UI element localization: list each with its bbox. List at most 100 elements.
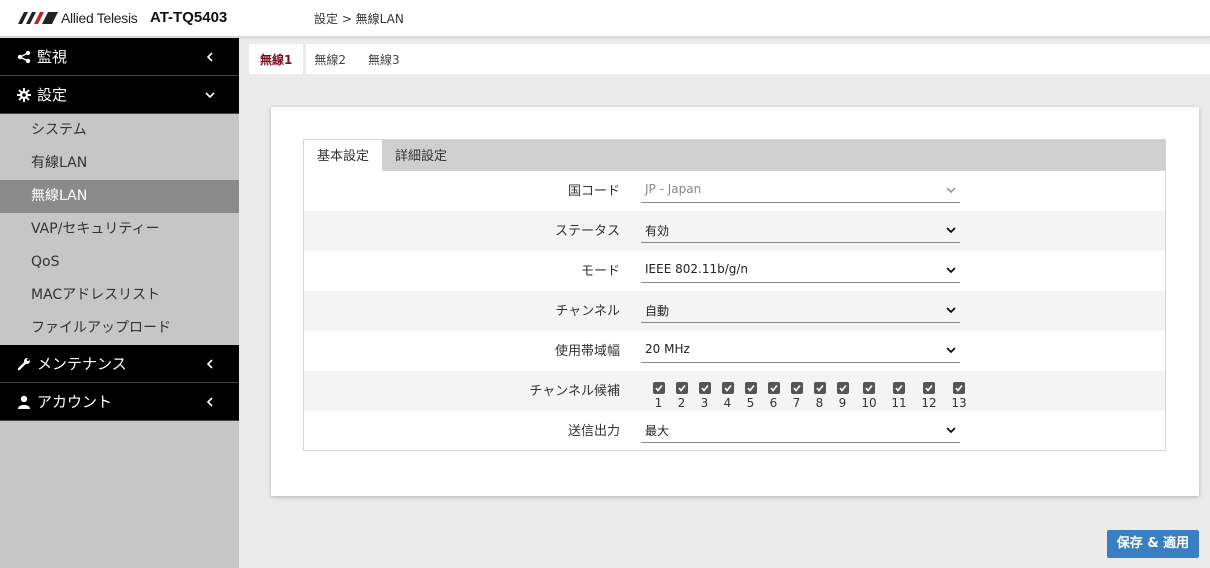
mode-label: モード (580, 264, 620, 279)
channel-number: 4 (723, 396, 732, 410)
share-icon (17, 50, 31, 64)
tab-advanced-settings[interactable]: 詳細設定 (382, 140, 460, 171)
sidebar-group-label: アカウント (37, 393, 113, 411)
tx-power-label: 送信出力 (567, 424, 620, 439)
row-mode: モード IEEE 802.11b/g/n (304, 251, 1165, 291)
channel-checkbox-11[interactable]: 11 (884, 382, 914, 410)
mode-select[interactable]: IEEE 802.11b/g/n (641, 260, 960, 283)
channel-number: 7 (792, 396, 801, 410)
channel-checkbox-9[interactable]: 9 (831, 382, 854, 410)
checkbox-checked-icon (923, 382, 935, 394)
sidebar-item-wired-lan[interactable]: 有線LAN (0, 147, 239, 180)
wrench-icon (17, 357, 31, 371)
tab-basic-settings[interactable]: 基本設定 (304, 140, 383, 171)
channel-checkbox-7[interactable]: 7 (785, 382, 808, 410)
chevron-left-icon (204, 396, 216, 408)
chevron-left-icon (204, 358, 216, 370)
channel-checkbox-3[interactable]: 3 (693, 382, 716, 410)
settings-panel: 基本設定 詳細設定 国コード JP - Japan ステータス 有効 モード I… (271, 107, 1199, 496)
channel-number: 5 (746, 396, 755, 410)
channel-label: チャンネル (555, 304, 620, 319)
row-tx-power: 送信出力 最大 (304, 411, 1165, 451)
channel-checkbox-4[interactable]: 4 (716, 382, 739, 410)
mode-value: IEEE 802.11b/g/n (645, 262, 749, 276)
chevron-left-icon (204, 51, 216, 63)
channel-checkbox-1[interactable]: 1 (647, 382, 670, 410)
checkbox-checked-icon (698, 382, 711, 394)
sidebar-item-vap-security[interactable]: VAP/セキュリティー (0, 213, 239, 246)
bandwidth-select[interactable]: 20 MHz (641, 340, 960, 363)
channel-checkbox-8[interactable]: 8 (808, 382, 831, 410)
sub-tabs: 基本設定 詳細設定 (304, 140, 1165, 171)
sidebar-item-qos[interactable]: QoS (0, 246, 239, 279)
user-icon (17, 395, 31, 409)
row-channel: チャンネル 自動 (304, 291, 1165, 331)
save-apply-button[interactable]: 保存 & 適用 (1107, 530, 1199, 558)
sidebar-group-monitor[interactable]: 監視 (0, 38, 239, 76)
checkbox-checked-icon (953, 382, 965, 394)
top-header: Allied Telesis AT-TQ5403 設定 > 無線LAN (0, 0, 1210, 37)
channel-number: 8 (815, 396, 824, 410)
channel-candidates-checklist: 1 2 3 4 5 6 7 8 9 10 11 12 13 (647, 382, 974, 410)
channel-select[interactable]: 自動 (641, 300, 960, 323)
channel-number: 2 (677, 396, 686, 410)
tx-power-select[interactable]: 最大 (641, 420, 960, 443)
sidebar-group-account[interactable]: アカウント (0, 383, 239, 421)
chevron-down-icon (204, 89, 216, 101)
channel-number: 12 (921, 396, 937, 410)
checkbox-checked-icon (767, 382, 780, 394)
channel-checkbox-12[interactable]: 12 (914, 382, 944, 410)
channel-checkbox-2[interactable]: 2 (670, 382, 693, 410)
breadcrumb: 設定 > 無線LAN (314, 12, 404, 26)
channel-checkbox-5[interactable]: 5 (739, 382, 762, 410)
country-code-label: 国コード (567, 184, 620, 199)
checkbox-checked-icon (744, 382, 757, 394)
checkbox-checked-icon (893, 382, 905, 394)
sidebar: 監視 設定 システム 有線LAN 無線LAN VAP/セキュリティー QoS M… (0, 38, 239, 568)
gear-icon (17, 87, 31, 102)
sidebar-item-wireless-lan[interactable]: 無線LAN (0, 180, 239, 213)
channel-number: 11 (891, 396, 907, 410)
sidebar-group-settings[interactable]: 設定 (0, 76, 239, 114)
checkbox-checked-icon (863, 382, 875, 394)
channel-number: 10 (861, 396, 877, 410)
sidebar-item-system[interactable]: システム (0, 114, 239, 147)
sidebar-item-file-upload[interactable]: ファイルアップロード (0, 312, 239, 345)
row-bandwidth: 使用帯域幅 20 MHz (304, 331, 1165, 371)
checkbox-checked-icon (675, 382, 688, 394)
tab-radio-3[interactable]: 無線3 (357, 44, 411, 74)
settings-form: 基本設定 詳細設定 国コード JP - Japan ステータス 有効 モード I… (303, 139, 1166, 451)
channel-number: 1 (654, 396, 663, 410)
brand-logo: Allied Telesis (18, 10, 138, 26)
row-status: ステータス 有効 (304, 211, 1165, 251)
tx-power-value: 最大 (645, 424, 670, 438)
channel-checkbox-10[interactable]: 10 (854, 382, 884, 410)
brand-name: Allied Telesis (61, 10, 138, 26)
status-select[interactable]: 有効 (641, 220, 960, 243)
checkbox-checked-icon (790, 382, 803, 394)
channel-number: 6 (769, 396, 778, 410)
channel-number: 9 (838, 396, 847, 410)
radio-tabs-bar (306, 44, 1210, 74)
channel-value: 自動 (645, 304, 670, 318)
chevron-down-icon (946, 427, 956, 434)
row-channel-candidates: チャンネル候補 1 2 3 4 5 6 7 8 9 10 11 12 13 (304, 371, 1165, 411)
chevron-down-icon (946, 267, 956, 274)
channel-number: 3 (700, 396, 709, 410)
checkbox-checked-icon (836, 382, 849, 394)
sidebar-group-maintenance[interactable]: メンテナンス (0, 345, 239, 383)
chevron-down-icon (946, 347, 956, 354)
checkbox-checked-icon (813, 382, 826, 394)
sidebar-group-label: 監視 (37, 48, 68, 66)
tab-radio-1[interactable]: 無線1 (249, 44, 304, 74)
chevron-down-icon (946, 227, 956, 234)
sidebar-item-mac-list[interactable]: MACアドレスリスト (0, 279, 239, 312)
tab-radio-2[interactable]: 無線2 (303, 44, 357, 74)
channel-candidates-label: チャンネル候補 (529, 384, 620, 399)
checkbox-checked-icon (652, 382, 665, 394)
chevron-down-icon (946, 187, 956, 194)
channel-checkbox-13[interactable]: 13 (944, 382, 974, 410)
country-code-value: JP - Japan (645, 182, 702, 196)
bandwidth-value: 20 MHz (645, 342, 690, 356)
channel-checkbox-6[interactable]: 6 (762, 382, 785, 410)
